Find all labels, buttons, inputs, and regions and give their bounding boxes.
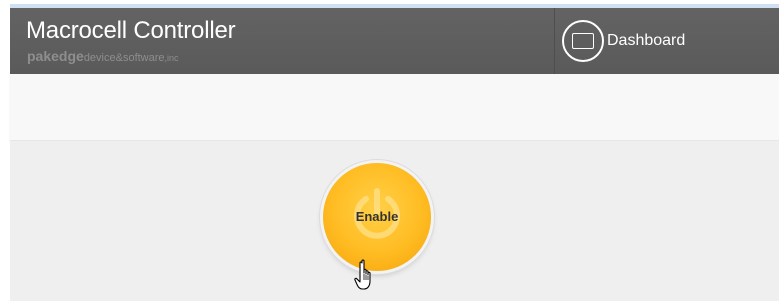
app-frame: Macrocell Controller pakedgedevice&softw…	[0, 0, 779, 301]
company-logo-text: pakedgedevice&software,inc	[27, 48, 179, 66]
header-bar: Macrocell Controller pakedgedevice&softw…	[10, 8, 779, 74]
brand-name-suffix: ,inc	[164, 53, 179, 63]
main-content: Enable	[10, 141, 779, 301]
enable-button[interactable]: Enable	[323, 163, 431, 271]
toolbar-area	[10, 74, 779, 141]
header-divider	[554, 8, 555, 74]
dashboard-nav-button[interactable]: Dashboard	[558, 14, 738, 68]
monitor-icon	[562, 20, 604, 62]
brand-name-regular: device&software	[83, 52, 165, 64]
enable-label: Enable	[355, 209, 399, 224]
dashboard-label: Dashboard	[607, 32, 686, 49]
brand-name-bold: pakedge	[27, 48, 84, 64]
hand-pointer-icon	[354, 259, 371, 290]
app-title: Macrocell Controller	[26, 17, 236, 44]
